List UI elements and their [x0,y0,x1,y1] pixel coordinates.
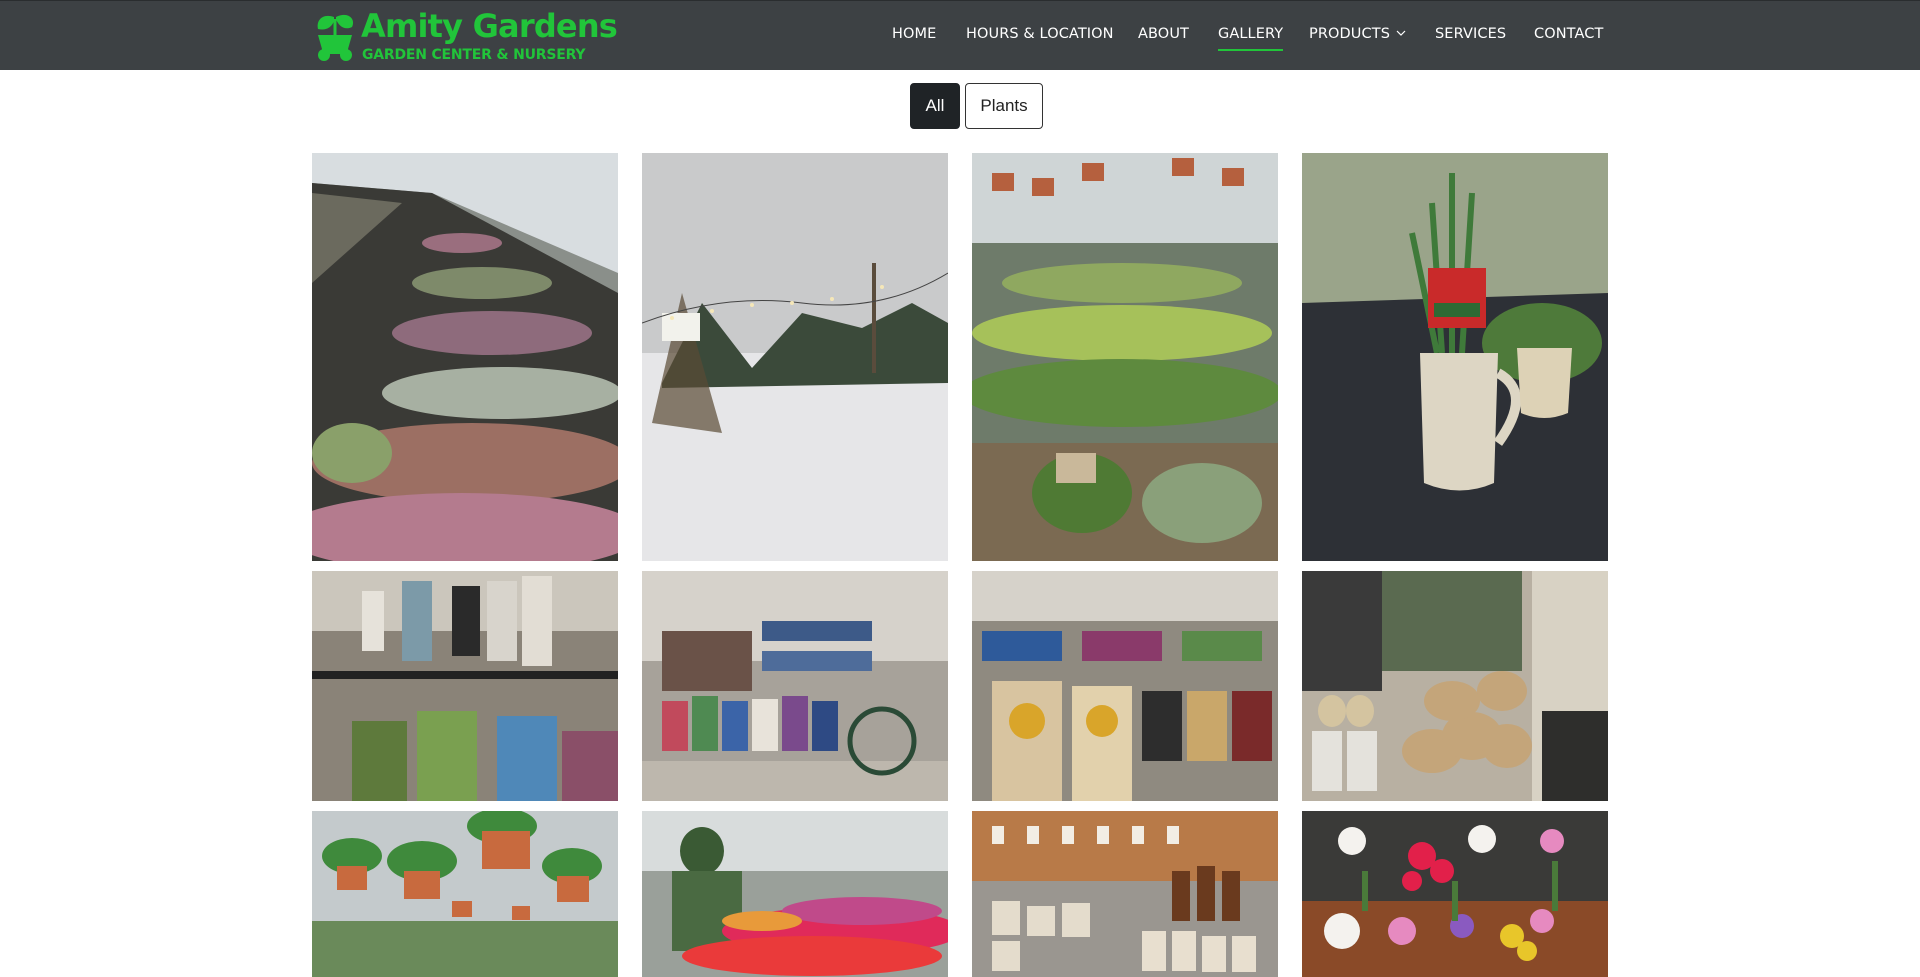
gallery-photo-bird-feeders[interactable] [312,571,618,801]
firewood-image [1302,571,1608,801]
candles-soaps-image [972,811,1278,977]
nav-hours-location[interactable]: HOURS & LOCATION [966,26,1114,42]
nav-services[interactable]: SERVICES [1435,26,1506,42]
gallery-photo-houseplants[interactable] [972,153,1278,561]
gallery-photo-rosemary[interactable] [1302,153,1608,561]
gallery-photo-christmas-trees[interactable] [642,153,948,561]
houseplant-greenhouse-image [972,153,1278,561]
nav-about[interactable]: ABOUT [1138,26,1189,42]
gallery-photo-sunflower-seed[interactable] [972,571,1278,801]
chevron-down-icon [1396,30,1406,36]
gallery-photo-seed-display[interactable] [642,571,948,801]
brand-logo[interactable]: Amity Gardens GARDEN CENTER & NURSERY [312,7,618,65]
bird-feeders-image [312,571,618,801]
gallery-photo-flower-arrangements[interactable] [1302,811,1608,977]
sunflower-seed-image [972,571,1278,801]
seed-display-image [642,571,948,801]
brand-tagline: GARDEN CENTER & NURSERY [362,47,586,63]
snowy-tree-lot-image [642,153,948,561]
gallery-photo-hanging-baskets[interactable] [312,811,618,977]
succulent-greenhouse-image [312,153,618,561]
nav-products[interactable]: PRODUCTS [1309,26,1406,42]
site-header: Amity Gardens GARDEN CENTER & NURSERY HO… [0,0,1920,70]
nav-gallery[interactable]: GALLERY [1218,26,1284,51]
hanging-baskets-image [312,811,618,977]
flower-arrangements-image [1302,811,1608,977]
gallery-photo-flowering-greenhouse[interactable] [642,811,948,977]
brand-name: Amity Gardens [361,7,618,45]
filter-all-button[interactable]: All [910,83,960,129]
nav-contact[interactable]: CONTACT [1534,26,1603,42]
gallery-photo-succulents[interactable] [312,153,618,561]
gallery-photo-candles-soaps[interactable] [972,811,1278,977]
plant-pot-icon [317,14,354,61]
rosemary-mug-image [1302,153,1608,561]
nav-home[interactable]: HOME [892,26,936,42]
flowering-greenhouse-image [642,811,948,977]
nav-products-label: PRODUCTS [1309,26,1390,42]
gallery-photo-firewood[interactable] [1302,571,1608,801]
filter-plants-button[interactable]: Plants [965,83,1043,129]
